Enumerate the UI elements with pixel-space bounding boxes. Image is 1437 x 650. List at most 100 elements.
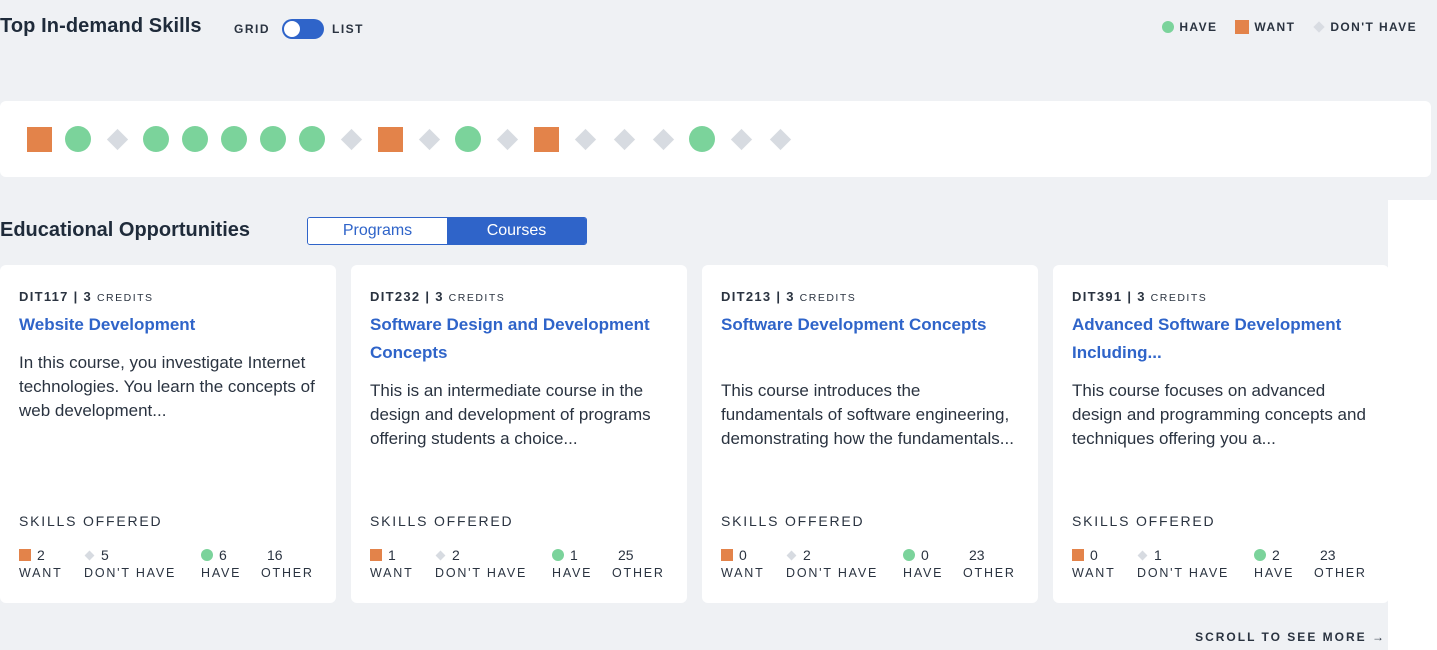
course-code-text: DIT232 | 3 — [370, 289, 444, 304]
skill-marker-dont[interactable] — [416, 126, 442, 152]
legend-have: HAVE — [1162, 20, 1217, 34]
grid-label[interactable]: GRID — [234, 22, 270, 36]
tab-courses[interactable]: Courses — [447, 218, 586, 244]
tab-programs[interactable]: Programs — [308, 218, 447, 244]
skills-offered-label: SKILLS OFFERED — [370, 513, 514, 529]
other-label: OTHER — [1314, 566, 1367, 580]
skills-offered-label: SKILLS OFFERED — [721, 513, 865, 529]
have-circle-icon — [1254, 549, 1266, 561]
skill-marker-have[interactable] — [65, 126, 91, 152]
skill-marker-want[interactable] — [377, 126, 403, 152]
dont-have-diamond-icon — [769, 128, 791, 150]
legend-have-label: HAVE — [1179, 20, 1218, 34]
have-circle-icon — [299, 126, 325, 152]
stat-other: 23 OTHER — [1314, 546, 1367, 580]
other-label: OTHER — [612, 566, 665, 580]
course-card[interactable]: DIT213 | 3 CREDITS Software Development … — [702, 265, 1038, 603]
have-label: HAVE — [903, 566, 944, 580]
education-title: Educational Opportunities — [0, 219, 251, 241]
skill-marker-dont[interactable] — [650, 126, 676, 152]
dont-have-label: DON'T HAVE — [84, 566, 177, 580]
other-label: OTHER — [963, 566, 1016, 580]
course-code: DIT232 | 3 CREDITS — [370, 289, 505, 304]
have-circle-icon — [260, 126, 286, 152]
course-card[interactable]: DIT232 | 3 CREDITS Software Design and D… — [351, 265, 687, 603]
have-count: 1 — [570, 547, 578, 563]
skill-marker-dont[interactable] — [338, 126, 364, 152]
skill-stats: 1 WANT 2 DON'T HAVE 1 HAVE 25 OTHER — [370, 546, 680, 586]
stat-other: 16 OTHER — [261, 546, 314, 580]
other-count: 16 — [267, 547, 283, 563]
other-count: 25 — [618, 547, 634, 563]
have-circle-icon — [455, 126, 481, 152]
course-card[interactable]: DIT391 | 3 CREDITS Advanced Software Dev… — [1053, 265, 1389, 603]
skill-marker-dont[interactable] — [572, 126, 598, 152]
want-square-icon — [721, 549, 733, 561]
scroll-more-link[interactable]: SCROLL TO SEE MORE → — [1195, 630, 1386, 644]
want-square-icon — [533, 126, 559, 152]
stat-want: 2 WANT — [19, 546, 63, 580]
dont-have-diamond-icon — [613, 128, 635, 150]
dont-have-count: 1 — [1154, 547, 1162, 563]
other-count: 23 — [969, 547, 985, 563]
skill-marker-dont[interactable] — [728, 126, 754, 152]
have-circle-icon — [221, 126, 247, 152]
program-course-toggle: Programs Courses — [307, 217, 587, 245]
have-circle-icon — [182, 126, 208, 152]
skill-marker-have[interactable] — [455, 126, 481, 152]
want-label: WANT — [721, 566, 765, 580]
skill-strip-panel — [0, 101, 1431, 177]
stat-dont-have: 5 DON'T HAVE — [84, 546, 176, 580]
course-card[interactable]: DIT117 | 3 CREDITS Website Development I… — [0, 265, 336, 603]
skill-marker-dont[interactable] — [494, 126, 520, 152]
skill-marker-have[interactable] — [260, 126, 286, 152]
legend-dont-have-label: DON'T HAVE — [1330, 20, 1417, 34]
have-circle-icon — [143, 126, 169, 152]
course-code: DIT213 | 3 CREDITS — [721, 289, 856, 304]
skill-marker-want[interactable] — [533, 126, 559, 152]
skills-offered-label: SKILLS OFFERED — [19, 513, 163, 529]
skill-marker-have[interactable] — [143, 126, 169, 152]
skills-header: Top In-demand Skills GRID LIST HAVE WANT… — [0, 10, 1437, 44]
list-label[interactable]: LIST — [332, 22, 364, 36]
dont-have-diamond-icon — [1137, 550, 1148, 560]
course-code-text: DIT213 | 3 — [721, 289, 795, 304]
dont-have-diamond-icon — [730, 128, 752, 150]
skill-legend: HAVE WANT DON'T HAVE — [1162, 20, 1417, 34]
dont-have-diamond-icon — [652, 128, 674, 150]
switch-knob — [283, 20, 301, 38]
course-code-text: DIT117 | 3 — [19, 289, 93, 304]
skills-offered-label: SKILLS OFFERED — [1072, 513, 1216, 529]
skill-marker-dont[interactable] — [767, 126, 793, 152]
have-label: HAVE — [552, 566, 593, 580]
credits-label: CREDITS — [96, 292, 154, 304]
skill-stats: 0 WANT 1 DON'T HAVE 2 HAVE 23 OTHER — [1072, 546, 1382, 586]
view-switch[interactable] — [282, 19, 324, 39]
course-description: This course introduces the fundamentals … — [721, 381, 1014, 448]
dont-have-label: DON'T HAVE — [786, 566, 879, 580]
stat-dont-have: 2 DON'T HAVE — [435, 546, 527, 580]
skill-marker-have[interactable] — [221, 126, 247, 152]
want-count: 1 — [388, 547, 396, 563]
have-circle-icon — [552, 549, 564, 561]
dont-have-count: 5 — [101, 547, 109, 563]
course-title[interactable]: Advanced Software Development Including.… — [1072, 311, 1372, 367]
want-count: 2 — [37, 547, 45, 563]
view-toggle: GRID LIST — [234, 19, 364, 39]
skill-marker-have[interactable] — [299, 126, 325, 152]
stat-dont-have: 2 DON'T HAVE — [786, 546, 878, 580]
course-title[interactable]: Website Development — [19, 311, 319, 339]
credits-label: CREDITS — [448, 292, 506, 304]
skill-marker-have[interactable] — [689, 126, 715, 152]
want-square-icon — [1072, 549, 1084, 561]
stat-other: 23 OTHER — [963, 546, 1016, 580]
have-circle-icon — [65, 126, 91, 152]
skill-marker-dont[interactable] — [104, 126, 130, 152]
skill-marker-have[interactable] — [182, 126, 208, 152]
have-label: HAVE — [1254, 566, 1295, 580]
course-title[interactable]: Software Design and Development Concepts — [370, 311, 670, 367]
skill-marker-want[interactable] — [26, 126, 52, 152]
skill-marker-dont[interactable] — [611, 126, 637, 152]
course-title[interactable]: Software Development Concepts — [721, 311, 1021, 339]
dont-have-diamond-icon — [84, 550, 95, 560]
